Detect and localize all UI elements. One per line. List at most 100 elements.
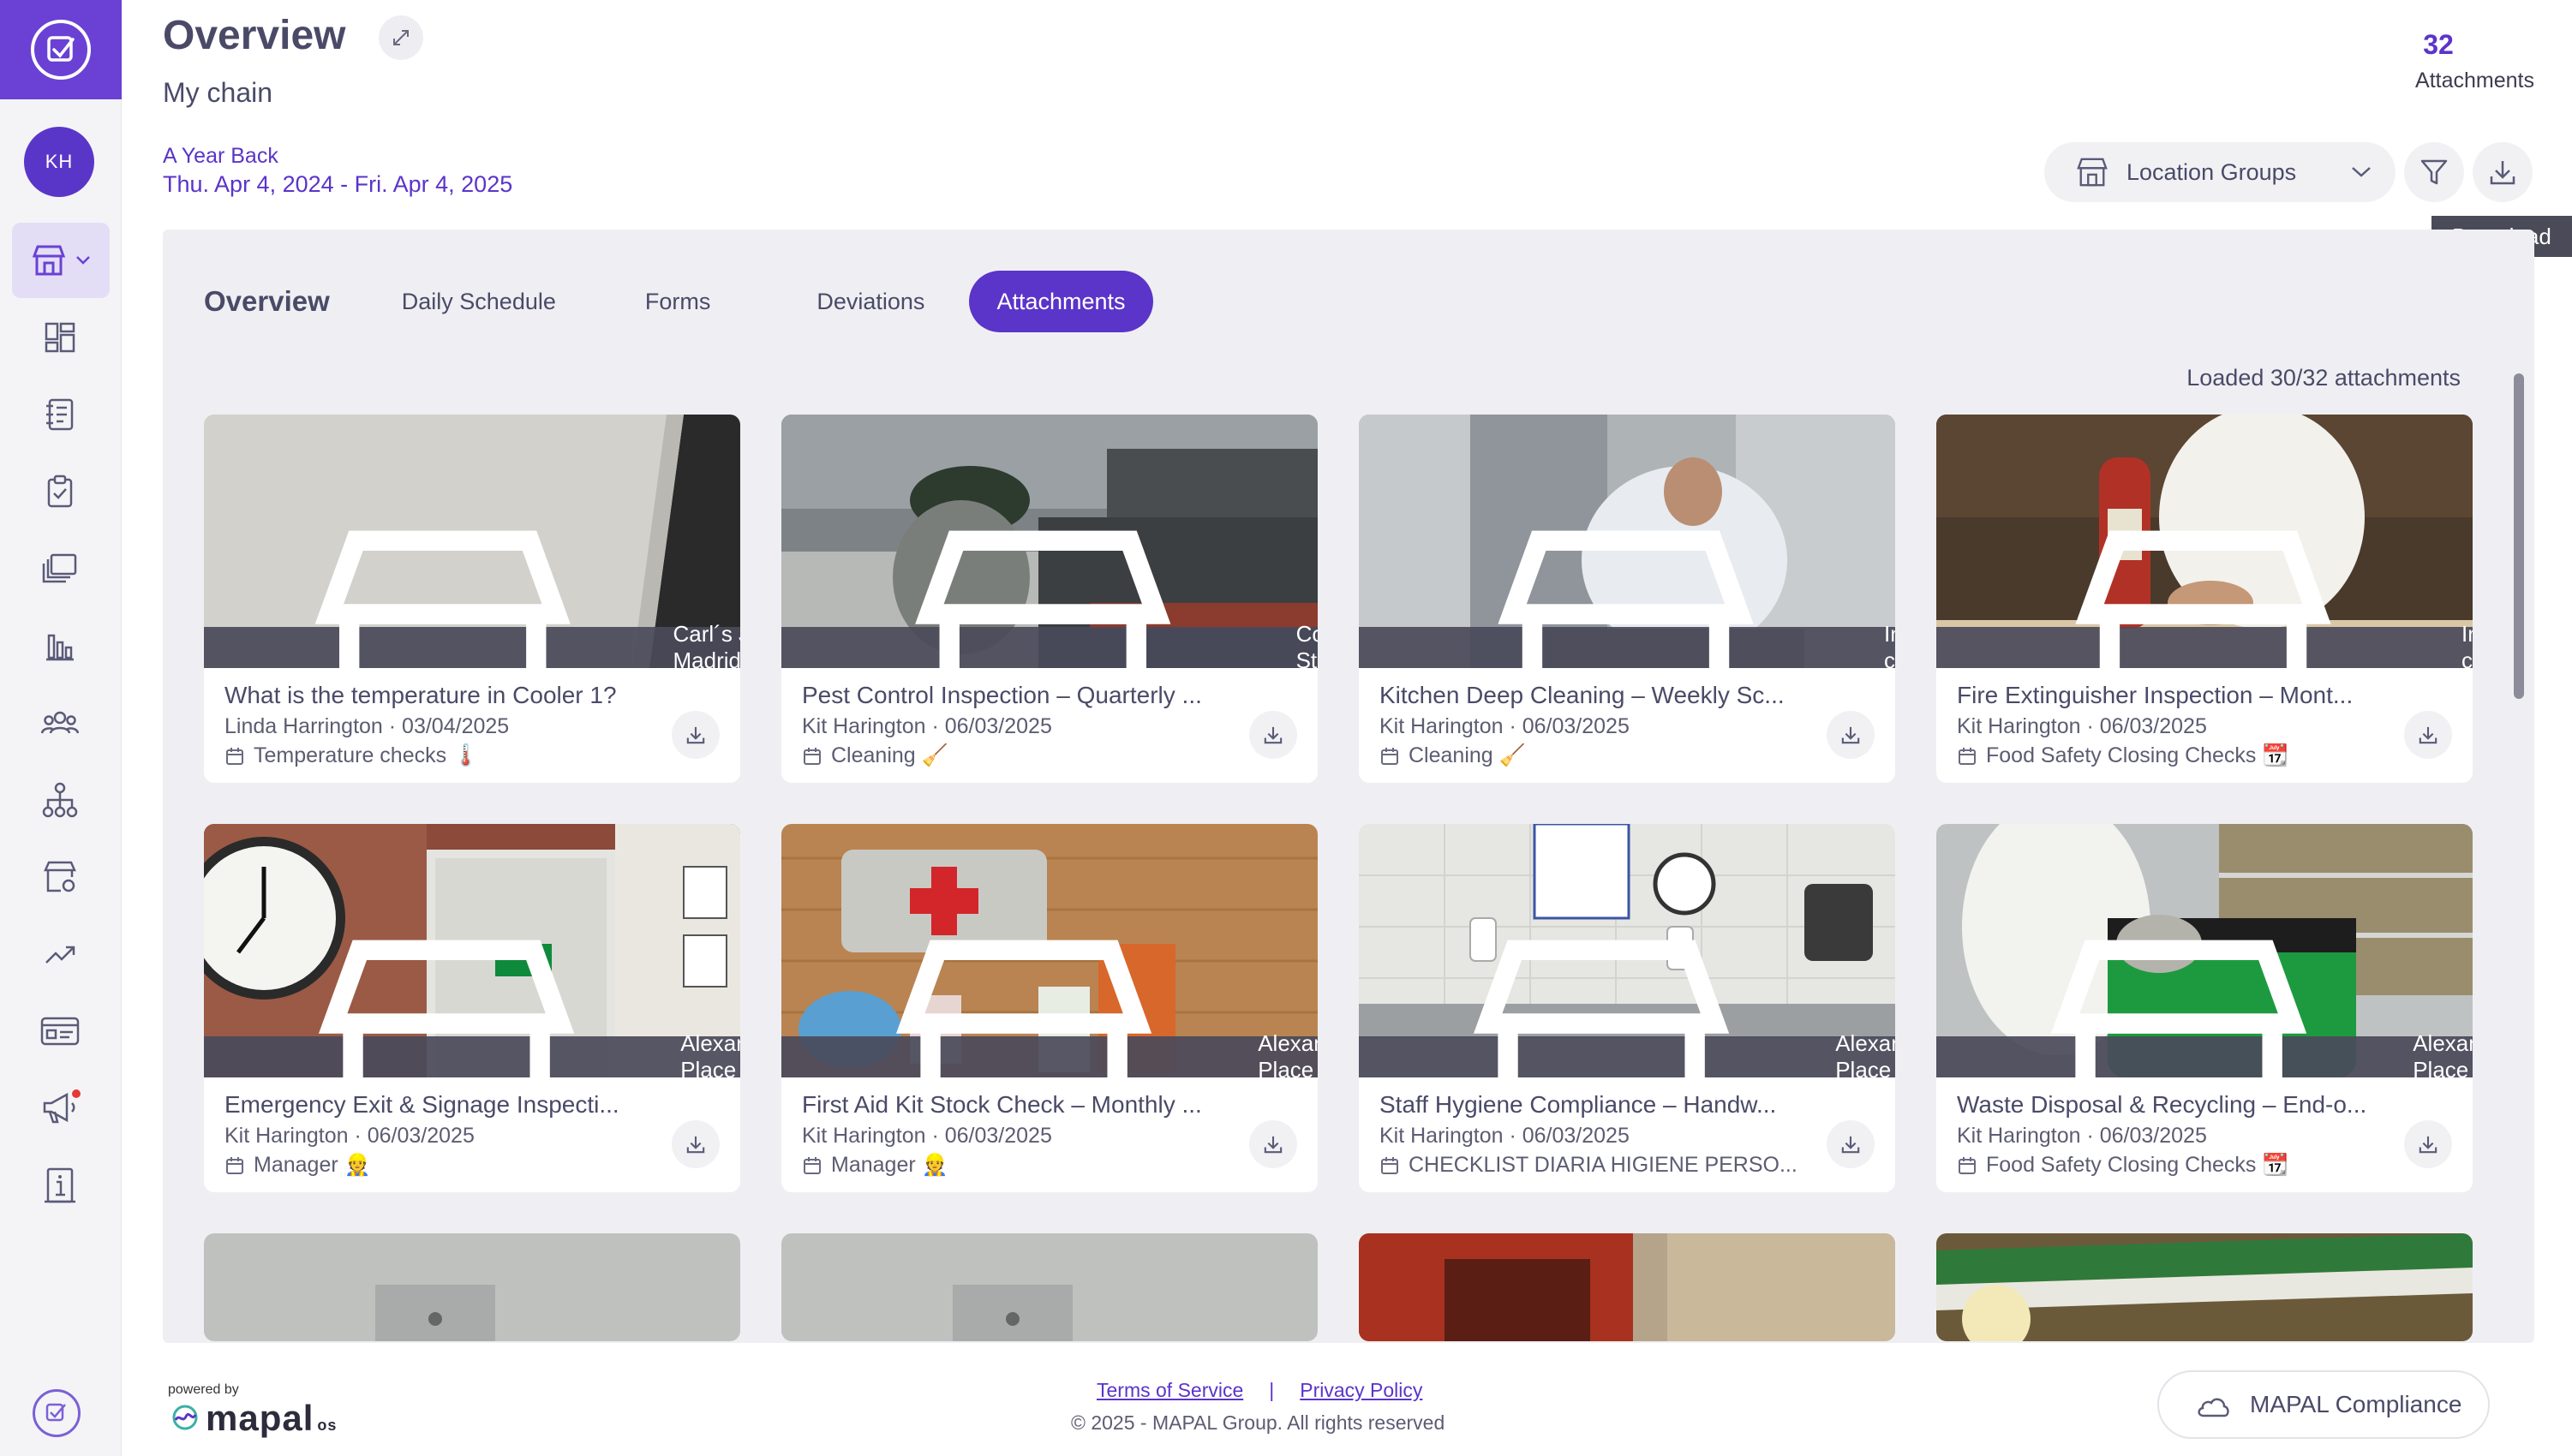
brand-suffix: os [317,1417,338,1434]
download-icon [686,726,705,744]
filter-button[interactable] [2404,142,2464,202]
expand-button[interactable] [379,15,423,60]
attachment-thumbnail[interactable]: Inna's cafe [1359,415,1895,668]
attachments-count-label: Attachments [2415,69,2534,92]
scrollbar[interactable] [2514,356,2524,1343]
announcements-icon[interactable] [36,1084,84,1132]
attachment-category: Manager 👷 [802,1153,1265,1178]
attachment-card[interactable]: Carl´s Junior Madrid What is the tempera… [204,415,740,783]
attachment-thumbnail[interactable]: Alexanders Fancy Place [1359,824,1895,1077]
calendar-icon [1381,747,1398,765]
category-label: Food Safety Closing Checks 📆 [1986,1153,2289,1177]
link-separator: | [1269,1379,1275,1401]
attachment-thumbnail[interactable] [204,1233,740,1341]
calendar-icon [226,1156,243,1174]
checklist-icon[interactable] [36,468,84,516]
attachment-card[interactable]: Alexanders Fancy Place Staff Hygiene Com… [1359,824,1895,1192]
scrollbar-thumb[interactable] [2514,373,2524,699]
attachment-thumbnail[interactable] [1359,1233,1895,1341]
store-icon [1498,530,1754,668]
attachment-category: Cleaning 🧹 [802,743,1265,768]
tab-forms[interactable]: Forms [618,271,739,332]
attachment-title: Emergency Exit & Signage Inspecti... [224,1091,619,1118]
powered-by-label: powered by [168,1382,239,1397]
attachment-thumbnail[interactable] [1936,1233,2473,1341]
id-card-icon[interactable] [36,1007,84,1055]
tab-deviations[interactable]: Deviations [789,271,952,332]
attachment-thumbnail[interactable]: Coventry Street [781,415,1318,668]
category-label: Cleaning 🧹 [831,743,948,767]
attachment-card[interactable]: Inna's cafe Kitchen Deep Cleaning – Week… [1359,415,1895,783]
mapal-compliance-button[interactable]: MAPAL Compliance [2157,1370,2490,1439]
attachment-category: Temperature checks 🌡️ [224,743,687,768]
compliance-logo-icon[interactable] [33,1389,81,1437]
date-range[interactable]: Thu. Apr 4, 2024 - Fri. Apr 4, 2025 [163,171,512,198]
location-name: Alexanders Fancy Place [680,1030,740,1077]
store-icon [915,530,1171,668]
attachment-card[interactable] [1359,1233,1895,1341]
calendar-icon [226,747,243,765]
terms-link[interactable]: Terms of Service [1097,1379,1243,1402]
store-icon [2077,158,2108,187]
attachment-card[interactable]: Alexanders Fancy Place Emergency Exit & … [204,824,740,1192]
privacy-link[interactable]: Privacy Policy [1300,1379,1422,1402]
attachment-thumbnail[interactable]: Alexanders Fancy Place [1936,824,2473,1077]
attachment-thumbnail[interactable] [781,1233,1318,1341]
tab-daily-schedule[interactable]: Daily Schedule [374,271,583,332]
download-icon [2490,161,2515,185]
attachment-title: Kitchen Deep Cleaning – Weekly Sc... [1379,682,1785,708]
dashboard-icon[interactable] [36,313,84,361]
date-range-label[interactable]: A Year Back [163,144,278,169]
download-icon [686,1136,705,1154]
location-groups-label: Location Groups [2126,158,2297,185]
attachment-thumbnail[interactable]: Alexanders Fancy Place [204,824,740,1077]
info-icon[interactable] [36,1161,84,1209]
tab-attachments[interactable]: Attachments [969,271,1153,332]
attachment-meta: Kit Harington · 06/03/2025 [1957,714,2207,738]
download-attachment-button[interactable] [672,1120,720,1168]
logbook-icon[interactable] [36,391,84,439]
download-attachment-button[interactable] [2404,1120,2452,1168]
store-settings-icon[interactable] [36,853,84,901]
tab-overview[interactable]: Overview [204,271,357,332]
app-logo[interactable] [0,0,122,99]
attachment-card[interactable]: Alexanders Fancy Place Waste Disposal & … [1936,824,2473,1192]
download-attachment-button[interactable] [1249,1120,1297,1168]
attachment-card[interactable]: Alexanders Fancy Place First Aid Kit Sto… [781,824,1318,1192]
bar-chart-icon[interactable] [36,622,84,670]
download-button[interactable] [2473,142,2533,202]
store-icon [318,940,575,1077]
org-structure-icon[interactable] [36,776,84,824]
attachment-card[interactable]: Coventry Street Pest Control Inspection … [781,415,1318,783]
attachment-thumbnail[interactable]: Carl´s Junior Madrid [204,415,740,668]
location-name: Inna's cafe [2461,621,2473,668]
avatar[interactable]: KH [24,127,94,197]
library-icon[interactable] [36,545,84,593]
location-groups-dropdown[interactable]: Location Groups [2044,142,2396,202]
team-icon[interactable] [36,699,84,747]
download-attachment-button[interactable] [1827,711,1875,759]
attachment-card[interactable] [781,1233,1318,1341]
location-selector[interactable] [12,223,110,298]
attachment-meta: Kit Harington · 06/03/2025 [1957,1124,2207,1148]
attachment-card[interactable] [1936,1233,2473,1341]
download-attachment-button[interactable] [1249,711,1297,759]
location-name: Coventry Street [1295,621,1318,668]
location-badge: Inna's cafe [1359,530,1895,668]
trend-icon[interactable] [36,930,84,978]
attachment-meta: Kit Harington · 06/03/2025 [802,714,1052,738]
attachment-thumbnail[interactable]: Alexanders Fancy Place [781,824,1318,1077]
attachments-count: 32 [2423,29,2454,60]
copyright: © 2025 - MAPAL Group. All rights reserve… [1071,1411,1445,1434]
download-attachment-button[interactable] [1827,1120,1875,1168]
download-attachment-button[interactable] [672,711,720,759]
attachment-meta: Linda Harrington · 03/04/2025 [224,714,510,738]
attachment-meta: Kit Harington · 06/03/2025 [1379,714,1630,738]
attachment-thumbnail[interactable]: Inna's cafe [1936,415,2473,668]
download-icon [2419,726,2437,744]
brand-wordmark: mapal os [168,1398,337,1439]
location-name: Alexanders Fancy Place [1258,1030,1318,1077]
download-attachment-button[interactable] [2404,711,2452,759]
attachment-card[interactable] [204,1233,740,1341]
attachment-card[interactable]: Inna's cafe Fire Extinguisher Inspection… [1936,415,2473,783]
